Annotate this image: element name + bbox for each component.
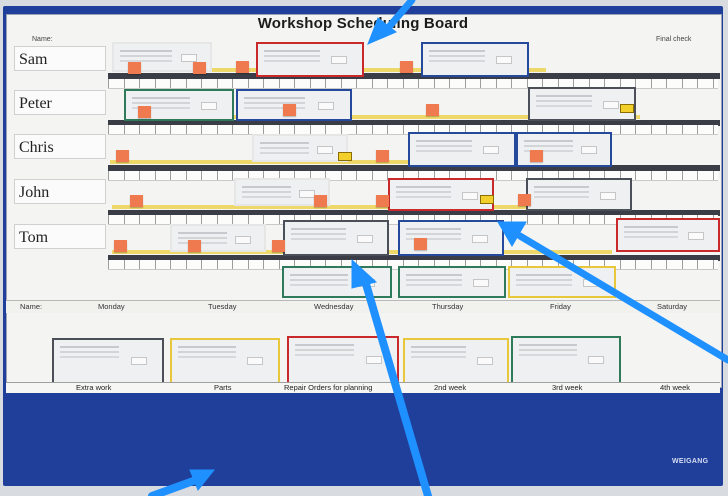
arrow-shaft <box>384 0 416 32</box>
arrow-shaft <box>516 232 728 364</box>
arrow-head-board <box>189 469 216 491</box>
photo-stage: Workshop Scheduling Board Name: Final ch… <box>0 0 728 496</box>
annotation-arrows <box>148 0 728 496</box>
arrow-head-rail <box>351 258 378 289</box>
arrow-shaft <box>362 280 432 496</box>
arrow-shaft <box>148 476 200 496</box>
